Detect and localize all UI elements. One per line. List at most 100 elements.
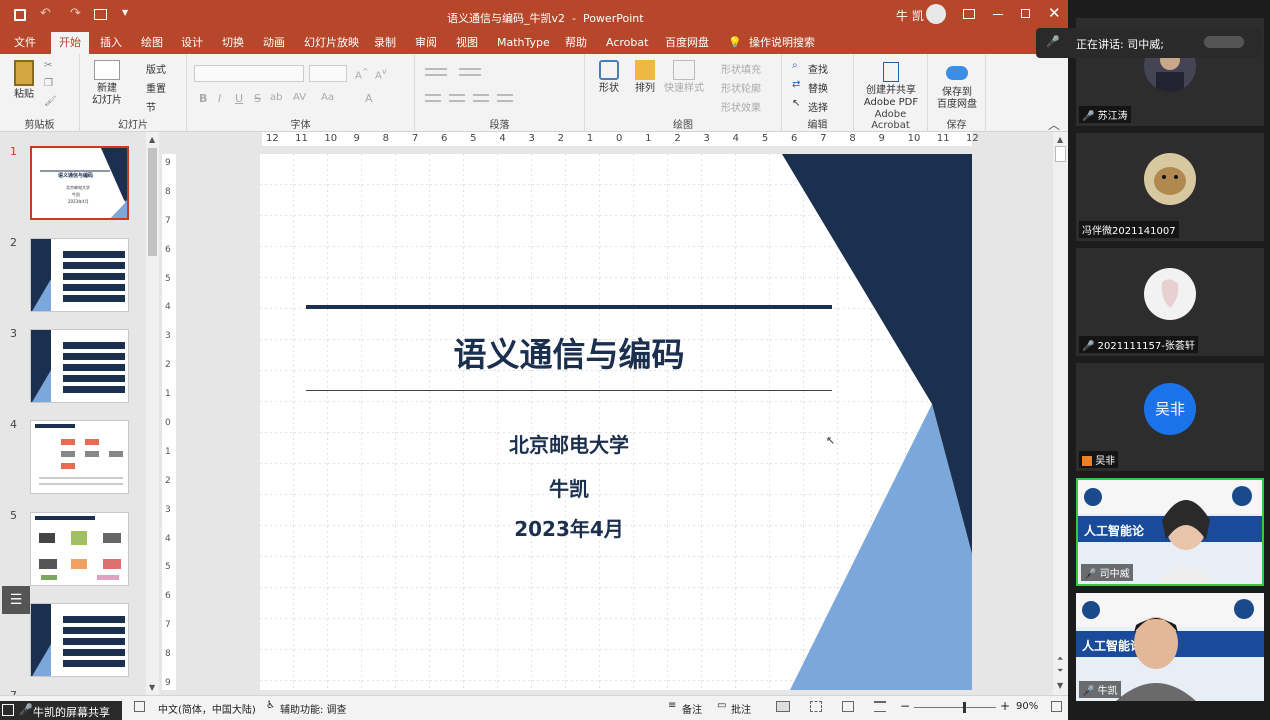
close-icon[interactable]: ✕ [1048,4,1061,22]
font-name-input[interactable] [194,65,304,82]
shape-fill-button[interactable]: 形状填充 [721,61,761,76]
cut-icon[interactable]: ✂ [44,60,52,71]
save-icon[interactable] [14,9,26,21]
tab-transitions[interactable]: 切换 [222,35,244,54]
slide-organization[interactable]: 北京邮电大学 [306,429,832,458]
shape-outline-button[interactable]: 形状轮廓 [721,80,761,95]
create-pdf-button[interactable]: 创建并共享 Adobe PDF [858,62,924,109]
tab-baidu[interactable]: 百度网盘 [665,35,709,54]
justify-icon[interactable] [497,94,513,102]
slide-thumbnail-1[interactable]: 语义通信与编码 北京邮电大学 牛凯 2023年4月 [30,146,129,220]
tab-file[interactable]: 文件 [14,35,36,54]
language-status[interactable]: 中文(简体，中国大陆) [158,701,256,716]
collapse-ribbon-icon[interactable]: ︿ [1048,116,1060,133]
quick-styles-button[interactable]: 快速样式 [663,60,705,95]
notes-button[interactable]: 备注 [682,701,702,716]
replace-button[interactable]: 替换 [808,80,828,95]
slide-title[interactable]: 语义通信与编码 [306,328,832,376]
ribbon-display-icon[interactable] [963,9,975,19]
participant-tile[interactable]: 🎤 2021111157-张荟轩 [1076,248,1264,356]
tell-me-search[interactable]: 操作说明搜索 [749,35,815,54]
align-right-icon[interactable] [473,94,489,102]
slide-thumbnail-4[interactable] [30,420,129,494]
tab-record[interactable]: 录制 [374,35,396,54]
slide-thumbnail-3[interactable] [30,329,129,403]
tab-insert[interactable]: 插入 [100,35,122,54]
tab-slideshow[interactable]: 幻灯片放映 [304,35,359,54]
tab-review[interactable]: 审阅 [415,35,437,54]
tab-help[interactable]: 帮助 [565,35,587,54]
next-slide-icon[interactable]: ⏷ [1057,666,1063,676]
zoom-out-icon[interactable]: − [900,699,910,713]
font-color-button[interactable]: A [365,92,373,105]
shapes-button[interactable]: 形状 [593,60,625,95]
participant-video-tile[interactable]: 人工智能论 🎤 司中威 [1076,478,1264,586]
zoom-slider[interactable] [914,702,996,713]
shadow-button[interactable]: ab [270,92,282,103]
spelling-icon[interactable] [134,701,145,712]
user-avatar-icon[interactable] [926,4,946,24]
scroll-up-icon[interactable]: ▲ [1057,135,1063,144]
reset-button[interactable]: 重置 [146,80,166,95]
find-button[interactable]: 查找 [808,61,828,76]
present-icon[interactable] [94,9,107,20]
redo-icon[interactable]: ↷ [70,6,81,21]
zoom-level[interactable]: 90% [1016,701,1038,712]
section-button[interactable]: 节 [146,99,156,114]
change-case-button[interactable]: Aa [321,92,334,103]
tab-mathtype[interactable]: MathType [497,35,550,54]
slide-thumbnail-6[interactable] [30,603,129,677]
align-left-icon[interactable] [425,94,441,102]
thumbnail-scrollbar[interactable]: ▲ ▼ [146,132,159,695]
tab-home[interactable]: 开始 [51,32,89,54]
decrease-font-button[interactable]: Av [375,66,387,81]
prev-slide-icon[interactable]: ⏶ [1057,654,1063,664]
bold-button[interactable]: B [199,92,207,105]
participant-tile[interactable]: 冯伴微2021141007 [1076,133,1264,241]
select-button[interactable]: 选择 [808,99,828,114]
scroll-thumb[interactable] [148,148,157,256]
slide-thumbnail-5[interactable] [30,512,129,586]
scroll-thumb[interactable] [1055,146,1066,162]
outline-icon[interactable]: ☰ [2,586,30,614]
scroll-down-icon[interactable]: ▼ [1057,681,1063,690]
slide-canvas[interactable]: 语义通信与编码 北京邮电大学 牛凯 2023年4月 ↖ [260,154,972,690]
fit-slide-icon[interactable] [1051,701,1062,712]
reading-view-icon[interactable] [842,701,854,712]
char-spacing-button[interactable]: AV [293,92,306,103]
slide-thumbnail-2[interactable] [30,238,129,312]
underline-button[interactable]: U [235,92,243,105]
arrange-button[interactable]: 排列 [629,60,661,95]
tab-view[interactable]: 视图 [456,35,478,54]
align-center-icon[interactable] [449,94,465,102]
tab-design[interactable]: 设计 [181,35,203,54]
participant-video-tile[interactable]: 人工智能论 🎤 牛凯 [1076,593,1264,701]
numbering-icon[interactable] [459,68,481,76]
tab-animations[interactable]: 动画 [263,35,285,54]
slide-scrollbar[interactable]: ▲ ⏶ ⏷ ▼ [1053,132,1068,695]
minimize-icon[interactable] [993,14,1003,15]
normal-view-icon[interactable] [776,701,790,712]
scroll-down-icon[interactable]: ▼ [149,683,155,692]
participant-tile[interactable]: 吴非 吴非 [1076,363,1264,471]
accessibility-status[interactable]: 辅助功能: 调查 [280,701,347,716]
format-painter-icon[interactable]: 🖌 [44,96,57,107]
copy-icon[interactable]: ❐ [44,78,53,89]
slide-date[interactable]: 2023年4月 [306,513,832,542]
slideshow-view-icon[interactable] [874,701,886,712]
screen-share-indicator[interactable]: 🎤 牛凯的屏幕共享 [0,701,122,720]
tab-draw[interactable]: 绘图 [141,35,163,54]
scroll-up-icon[interactable]: ▲ [149,135,155,144]
bullets-icon[interactable] [425,68,447,76]
tab-acrobat[interactable]: Acrobat [606,35,648,54]
font-size-input[interactable] [309,65,347,82]
slide-sorter-icon[interactable] [810,701,822,712]
zoom-slider-thumb[interactable] [963,702,967,713]
slide-author[interactable]: 牛凯 [306,473,832,502]
shape-effect-button[interactable]: 形状效果 [721,99,761,114]
layout-button[interactable]: 版式 [146,61,166,76]
zoom-in-icon[interactable]: + [1000,699,1010,713]
user-name[interactable]: 牛 凯 [896,7,924,24]
new-slide-button[interactable]: 新建 幻灯片 [86,60,128,107]
customize-qat-icon[interactable]: ▼ [122,8,128,17]
